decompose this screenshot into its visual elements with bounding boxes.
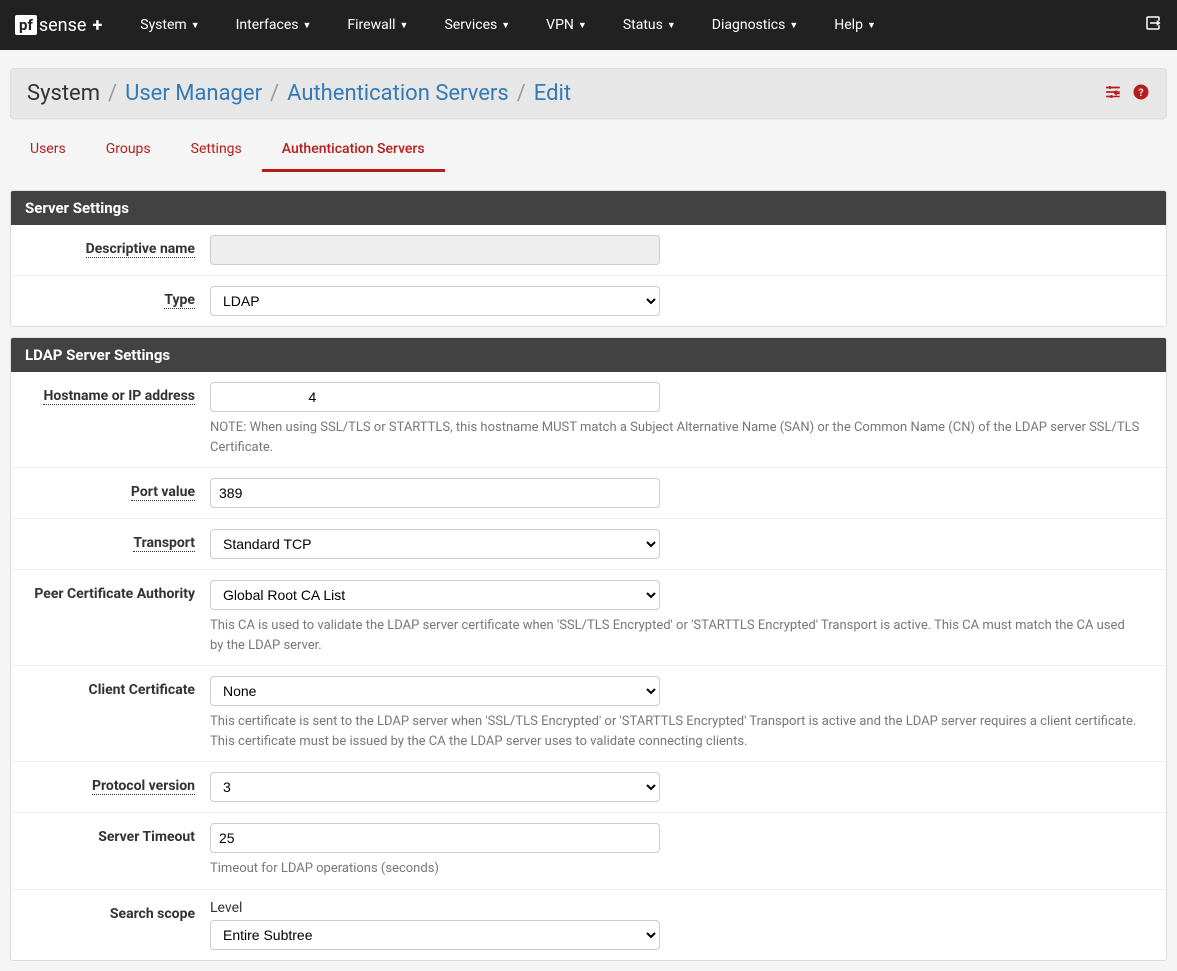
- input-hostname[interactable]: [210, 382, 660, 412]
- select-protocol-version[interactable]: 3: [210, 772, 660, 802]
- page-header-icons: ?: [1104, 83, 1150, 105]
- label-transport: Transport: [25, 529, 210, 551]
- label-server-timeout: Server Timeout: [25, 823, 210, 845]
- row-search-scope: Search scope Level Entire Subtree: [11, 890, 1166, 960]
- select-client-cert[interactable]: None: [210, 676, 660, 706]
- logo-sense: sense: [39, 15, 87, 36]
- row-protocol-version: Protocol version 3: [11, 762, 1166, 813]
- chevron-down-icon: ▼: [578, 20, 587, 31]
- breadcrumb-user-manager[interactable]: User Manager: [125, 81, 262, 106]
- help-client-cert: This certificate is sent to the LDAP ser…: [210, 712, 1140, 751]
- label-client-cert: Client Certificate: [25, 676, 210, 698]
- nav-vpn[interactable]: VPN▼: [528, 0, 605, 50]
- label-peer-ca: Peer Certificate Authority: [25, 580, 210, 602]
- select-transport[interactable]: Standard TCP: [210, 529, 660, 559]
- row-server-timeout: Server Timeout Timeout for LDAP operatio…: [11, 813, 1166, 890]
- top-navbar: pf sense + System▼ Interfaces▼ Firewall▼…: [0, 0, 1177, 50]
- tab-users[interactable]: Users: [10, 129, 86, 172]
- chevron-down-icon: ▼: [867, 20, 876, 31]
- select-peer-ca[interactable]: Global Root CA List: [210, 580, 660, 610]
- row-transport: Transport Standard TCP: [11, 519, 1166, 570]
- panel-ldap-settings: LDAP Server Settings Hostname or IP addr…: [10, 337, 1167, 961]
- breadcrumb-system: System: [27, 81, 100, 106]
- help-hostname: NOTE: When using SSL/TLS or STARTTLS, th…: [210, 418, 1140, 457]
- input-descriptive-name: [210, 235, 660, 265]
- nav-system[interactable]: System▼: [122, 0, 217, 50]
- page-header: System / User Manager / Authentication S…: [10, 68, 1167, 119]
- nav-diagnostics[interactable]: Diagnostics▼: [694, 0, 816, 50]
- chevron-down-icon: ▼: [789, 20, 798, 31]
- chevron-down-icon: ▼: [400, 20, 409, 31]
- sliders-icon[interactable]: [1104, 83, 1122, 105]
- tab-groups[interactable]: Groups: [86, 129, 171, 172]
- help-server-timeout: Timeout for LDAP operations (seconds): [210, 859, 1140, 879]
- help-icon[interactable]: ?: [1132, 83, 1150, 105]
- tab-auth-servers[interactable]: Authentication Servers: [262, 129, 445, 172]
- chevron-down-icon: ▼: [501, 20, 510, 31]
- tabs: Users Groups Settings Authentication Ser…: [10, 129, 1167, 172]
- chevron-down-icon: ▼: [191, 20, 200, 31]
- brand-logo[interactable]: pf sense +: [15, 15, 102, 36]
- label-search-scope: Search scope: [25, 900, 210, 922]
- logo-pf: pf: [15, 15, 37, 35]
- nav-interfaces[interactable]: Interfaces▼: [218, 0, 330, 50]
- panel-server-settings: Server Settings Descriptive name Type LD…: [10, 190, 1167, 327]
- row-descriptive-name: Descriptive name: [11, 225, 1166, 276]
- chevron-down-icon: ▼: [667, 20, 676, 31]
- breadcrumb-edit[interactable]: Edit: [534, 81, 571, 106]
- nav-items: System▼ Interfaces▼ Firewall▼ Services▼ …: [122, 0, 1144, 50]
- logout-icon[interactable]: [1144, 14, 1162, 36]
- input-port[interactable]: [210, 478, 660, 508]
- input-server-timeout[interactable]: [210, 823, 660, 853]
- nav-services[interactable]: Services▼: [426, 0, 528, 50]
- nav-help[interactable]: Help▼: [816, 0, 894, 50]
- tab-settings[interactable]: Settings: [171, 129, 262, 172]
- help-peer-ca: This CA is used to validate the LDAP ser…: [210, 616, 1140, 655]
- row-hostname: Hostname or IP address NOTE: When using …: [11, 372, 1166, 468]
- label-descriptive-name: Descriptive name: [25, 235, 210, 257]
- label-type: Type: [25, 286, 210, 308]
- sublabel-level: Level: [210, 900, 1150, 916]
- panel-heading-server-settings: Server Settings: [11, 191, 1166, 225]
- row-peer-ca: Peer Certificate Authority Global Root C…: [11, 570, 1166, 666]
- label-hostname: Hostname or IP address: [25, 382, 210, 404]
- nav-right: [1144, 14, 1162, 36]
- select-type[interactable]: LDAP: [210, 286, 660, 316]
- chevron-down-icon: ▼: [302, 20, 311, 31]
- nav-status[interactable]: Status▼: [605, 0, 694, 50]
- breadcrumb: System / User Manager / Authentication S…: [27, 81, 1104, 106]
- breadcrumb-auth-servers[interactable]: Authentication Servers: [287, 81, 509, 106]
- row-type: Type LDAP: [11, 276, 1166, 326]
- logo-plus: +: [92, 15, 102, 36]
- row-client-cert: Client Certificate None This certificate…: [11, 666, 1166, 762]
- row-port: Port value: [11, 468, 1166, 519]
- label-protocol-version: Protocol version: [25, 772, 210, 794]
- label-port: Port value: [25, 478, 210, 500]
- svg-text:?: ?: [1138, 85, 1143, 98]
- panel-heading-ldap: LDAP Server Settings: [11, 338, 1166, 372]
- nav-firewall[interactable]: Firewall▼: [329, 0, 426, 50]
